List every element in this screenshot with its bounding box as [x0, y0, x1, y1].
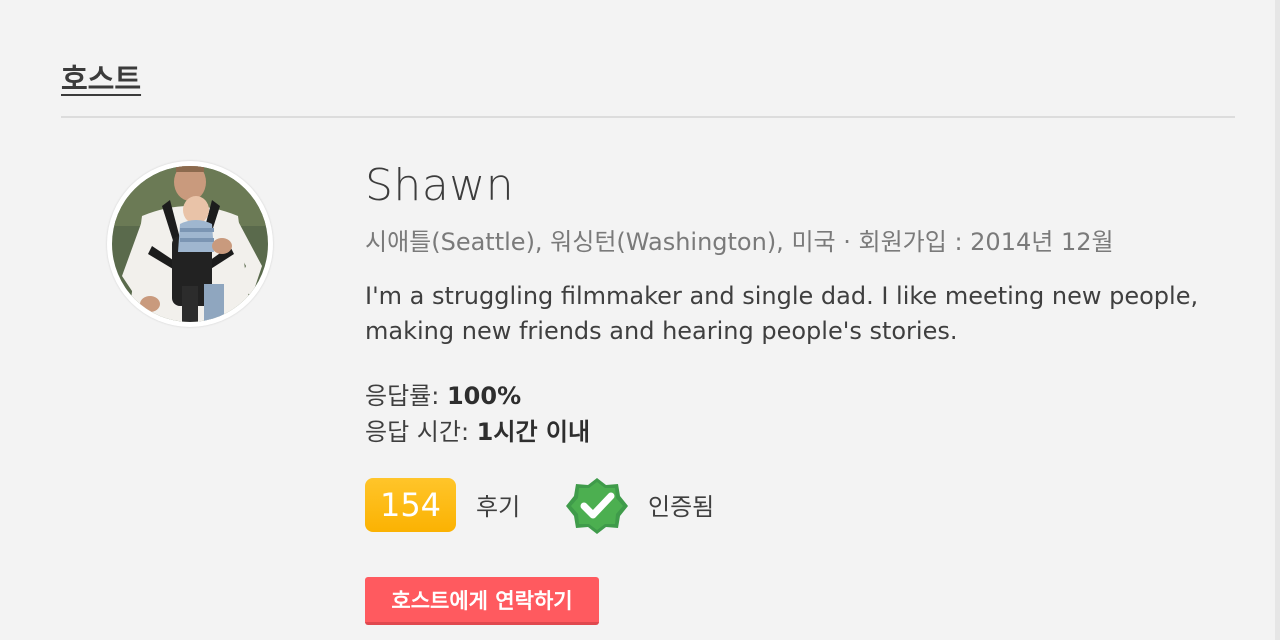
review-label[interactable]: 후기 — [476, 487, 520, 522]
host-photo-icon — [112, 166, 268, 322]
host-bio: I'm a struggling filmmaker and single da… — [365, 282, 1199, 345]
review-count-badge[interactable]: 154 — [365, 478, 456, 532]
host-location-joined: 시애틀(Seattle), 워싱턴(Washington), 미국 · 회원가입… — [365, 228, 1114, 256]
scrollbar-track — [1275, 0, 1280, 640]
section-title: 호스트 — [61, 62, 142, 96]
response-time-label: 응답 시간: — [365, 418, 477, 446]
response-rate: 응답률: 100% — [365, 376, 521, 411]
response-time: 응답 시간: 1시간 이내 — [365, 412, 590, 447]
check-badge-icon — [566, 478, 628, 534]
response-rate-value: 100% — [446, 382, 522, 410]
response-rate-label: 응답률: — [365, 382, 447, 410]
host-avatar[interactable] — [107, 161, 273, 327]
response-time-value: 1시간 이내 — [476, 418, 591, 446]
verified-label: 인증됨 — [648, 493, 715, 521]
contact-host-button[interactable]: 호스트에게 연락하기 — [365, 577, 599, 625]
host-name: Shawn — [365, 160, 515, 211]
section-divider — [61, 116, 1235, 118]
